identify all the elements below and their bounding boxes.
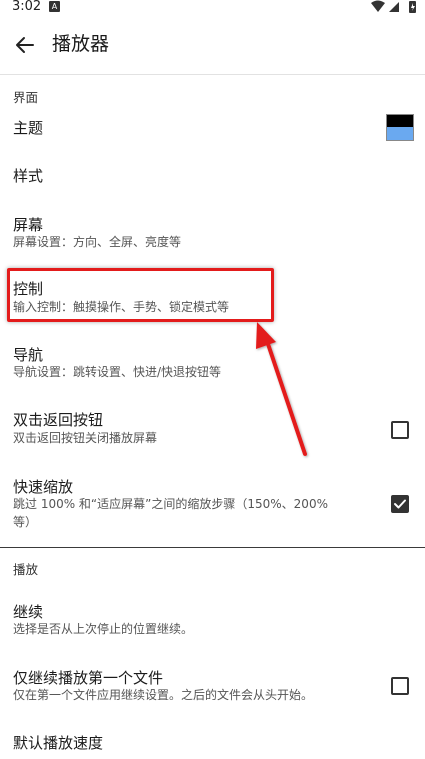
status-time: 3:02 [12, 0, 42, 14]
setting-subtitle: 屏幕设置：方向、全屏、亮度等 [13, 235, 182, 249]
app-bar: 播放器 [0, 16, 425, 74]
setting-title: 默认播放速度 [13, 734, 104, 752]
check-icon [394, 499, 406, 509]
setting-subtitle: 选择是否从上次停止的位置继续。 [13, 622, 194, 636]
arrow-back-icon [16, 37, 34, 53]
resume-first-only-checkbox[interactable] [391, 677, 409, 695]
setting-subtitle: 跳过 100% 和“适应屏幕”之间的缩放步骤（150%、200% [13, 497, 328, 511]
theme-color-swatch[interactable] [386, 114, 414, 141]
quick-zoom-checkbox[interactable] [391, 495, 409, 513]
double-back-checkbox[interactable] [391, 421, 409, 439]
setting-quick-zoom[interactable]: 快速缩放 跳过 100% 和“适应屏幕”之间的缩放步骤（150%、200% 等） [0, 466, 425, 536]
setting-style[interactable]: 样式 [0, 152, 425, 198]
setting-theme[interactable]: 主题 [0, 104, 425, 150]
page-title: 播放器 [52, 33, 110, 55]
swatch-dark [387, 115, 413, 127]
setting-title: 快速缩放 [13, 478, 74, 496]
setting-title: 控制 [13, 280, 44, 298]
setting-subtitle: 双击返回按钮关闭播放屏幕 [13, 431, 158, 445]
setting-title: 仅继续播放第一个文件 [13, 669, 164, 687]
setting-subtitle: 输入控制：触摸操作、手势、锁定模式等 [13, 300, 230, 314]
setting-title: 双击返回按钮 [13, 411, 104, 429]
setting-title: 主题 [13, 119, 44, 137]
setting-title: 继续 [13, 603, 44, 621]
setting-resume[interactable]: 继续 选择是否从上次停止的位置继续。 [0, 592, 425, 648]
setting-subtitle: 仅在第一个文件应用继续设置。之后的文件会从头开始。 [13, 688, 314, 702]
wifi-icon [371, 0, 385, 12]
notification-a-icon: A [49, 1, 60, 12]
setting-default-speed[interactable]: 默认播放速度 [0, 722, 425, 759]
swatch-blue [387, 127, 413, 140]
setting-resume-first-only[interactable]: 仅继续播放第一个文件 仅在第一个文件应用继续设置。之后的文件会从头开始。 [0, 658, 425, 714]
back-button[interactable] [10, 30, 40, 60]
status-icons [371, 0, 416, 13]
setting-subtitle: 导航设置：跳转设置、快进/快退按钮等 [13, 365, 222, 379]
app-bar-divider [0, 74, 425, 75]
setting-title: 屏幕 [13, 216, 44, 234]
setting-navigation[interactable]: 导航 导航设置：跳转设置、快进/快退按钮等 [0, 334, 425, 390]
setting-control[interactable]: 控制 输入控制：触摸操作、手势、锁定模式等 [0, 268, 425, 324]
section-divider [0, 547, 425, 548]
setting-screen[interactable]: 屏幕 屏幕设置：方向、全屏、亮度等 [0, 204, 425, 264]
setting-subtitle-cont: 等） [13, 515, 38, 529]
setting-title: 样式 [13, 167, 44, 185]
setting-double-back[interactable]: 双击返回按钮 双击返回按钮关闭播放屏幕 [0, 400, 425, 458]
setting-title: 导航 [13, 346, 44, 364]
status-bar: 3:02 A [0, 0, 425, 16]
section-header-playback: 播放 [13, 562, 39, 577]
signal-icon [389, 2, 399, 12]
